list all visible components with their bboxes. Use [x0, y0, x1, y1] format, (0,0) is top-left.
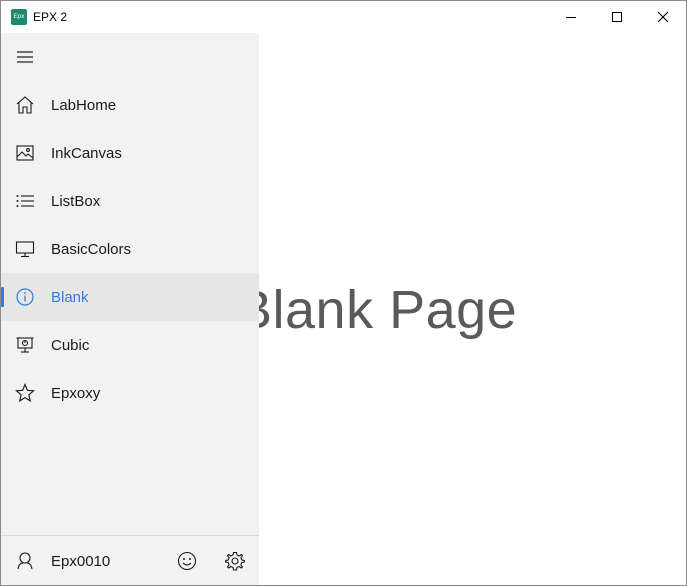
star-icon — [1, 369, 49, 417]
nav-item-label: Cubic — [51, 336, 90, 354]
smiley-icon — [177, 551, 197, 571]
nav-item-label: LabHome — [51, 96, 117, 114]
app-icon: Epx — [11, 9, 27, 25]
user-label: Epx0010 — [51, 552, 111, 570]
nav-item-basiccolors[interactable]: BasicColors — [1, 225, 259, 273]
title-bar[interactable]: Epx EPX 2 — [1, 1, 686, 33]
nav-item-labhome[interactable]: LabHome — [1, 81, 259, 129]
selection-indicator — [1, 287, 4, 307]
minimize-icon — [566, 17, 576, 18]
navigation-pane: LabHome InkCanvas ListBox BasicColors Bl… — [1, 33, 259, 585]
person-icon — [1, 537, 49, 585]
presentation-icon — [1, 321, 49, 369]
picture-icon — [1, 129, 49, 177]
minimize-button[interactable] — [548, 1, 594, 33]
feedback-button[interactable] — [167, 537, 207, 585]
settings-button[interactable] — [215, 537, 255, 585]
nav-item-inkcanvas[interactable]: InkCanvas — [1, 129, 259, 177]
nav-item-label: Blank — [51, 288, 89, 306]
list-icon — [1, 177, 49, 225]
nav-menu-button[interactable] — [1, 33, 49, 81]
nav-item-blank[interactable]: Blank — [1, 273, 259, 321]
gear-icon — [225, 551, 245, 571]
info-icon — [1, 273, 49, 321]
monitor-icon — [1, 225, 49, 273]
page-title: Blank Page — [236, 280, 518, 340]
nav-item-label: InkCanvas — [51, 144, 122, 162]
close-button[interactable] — [640, 1, 686, 33]
nav-item-cubic[interactable]: Cubic — [1, 321, 259, 369]
nav-item-listbox[interactable]: ListBox — [1, 177, 259, 225]
nav-item-label: Epxoxy — [51, 384, 101, 402]
close-icon — [657, 11, 669, 23]
app-window: Epx EPX 2 Blank Page LabHome InkCanvas L… — [0, 0, 687, 586]
user-account-item[interactable]: Epx0010 — [1, 537, 110, 585]
hamburger-icon — [17, 51, 33, 63]
window-title: EPX 2 — [33, 10, 68, 24]
nav-footer: Epx0010 — [1, 535, 259, 585]
nav-item-label: BasicColors — [51, 240, 132, 258]
home-icon — [1, 81, 49, 129]
nav-item-label: ListBox — [51, 192, 101, 210]
nav-item-epxoxy[interactable]: Epxoxy — [1, 369, 259, 417]
maximize-button[interactable] — [594, 1, 640, 33]
maximize-icon — [612, 12, 622, 22]
